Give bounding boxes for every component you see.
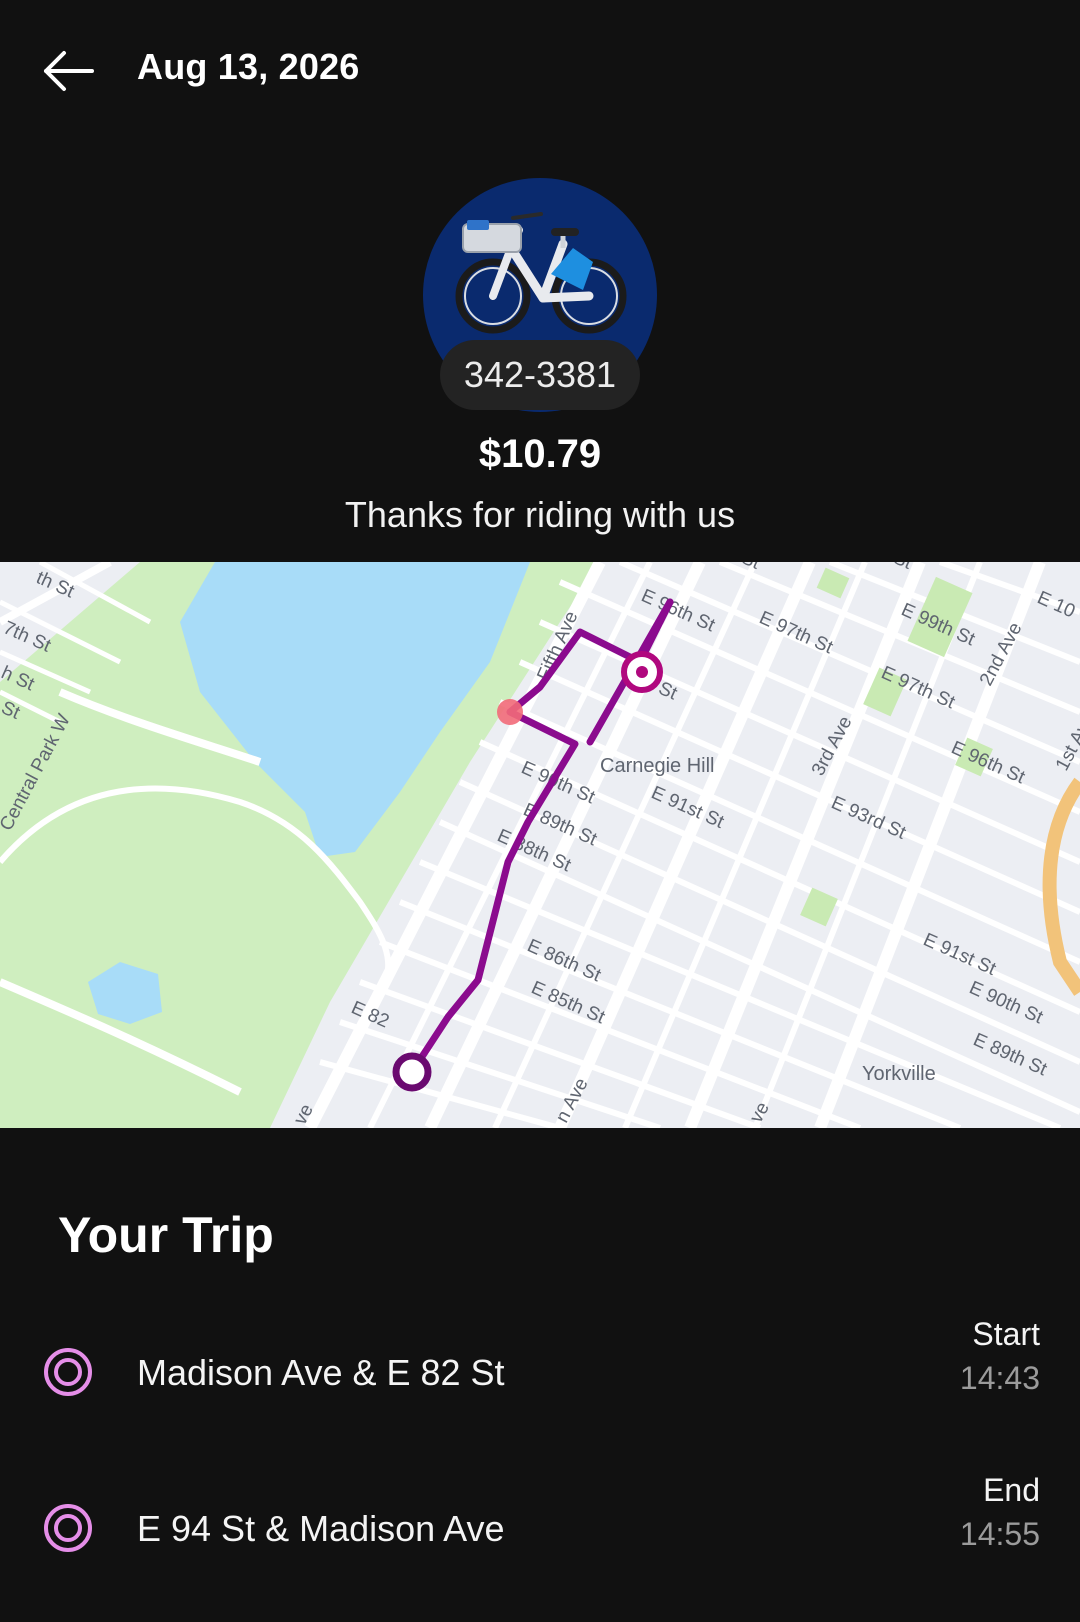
start-address: Madison Ave & E 82 St — [137, 1352, 505, 1393]
start-time: 14:43 — [959, 1360, 1040, 1396]
end-time: 14:55 — [959, 1516, 1040, 1552]
neighborhood-label: Carnegie Hill — [600, 755, 715, 777]
start-label: Start — [972, 1316, 1040, 1352]
trip-stop-end: E 94 St & Madison Ave End 14:55 — [0, 1472, 1080, 1582]
location-ring-icon — [42, 1502, 94, 1554]
route-map[interactable]: th St 7th St h St St Central Park W Fift… — [0, 562, 1080, 1128]
arrow-left-icon — [44, 51, 94, 91]
your-trip-heading: Your Trip — [58, 1207, 274, 1263]
neighborhood-label: Yorkville — [862, 1063, 936, 1085]
back-button[interactable] — [38, 44, 100, 98]
thanks-message: Thanks for riding with us — [344, 494, 736, 535]
bike-id-badge: 342-3381 — [440, 340, 640, 410]
ride-price: $10.79 — [478, 432, 602, 476]
end-address: E 94 St & Madison Ave — [137, 1508, 505, 1549]
header: Aug 13, 2026 — [0, 0, 1080, 140]
current-location-dot — [497, 699, 523, 725]
trip-stop-start: Madison Ave & E 82 St Start 14:43 — [0, 1316, 1080, 1426]
location-ring-icon — [42, 1346, 94, 1398]
page-title: Aug 13, 2026 — [137, 46, 360, 87]
end-label: End — [983, 1472, 1040, 1508]
end-marker — [621, 651, 663, 693]
start-marker — [392, 1052, 432, 1092]
